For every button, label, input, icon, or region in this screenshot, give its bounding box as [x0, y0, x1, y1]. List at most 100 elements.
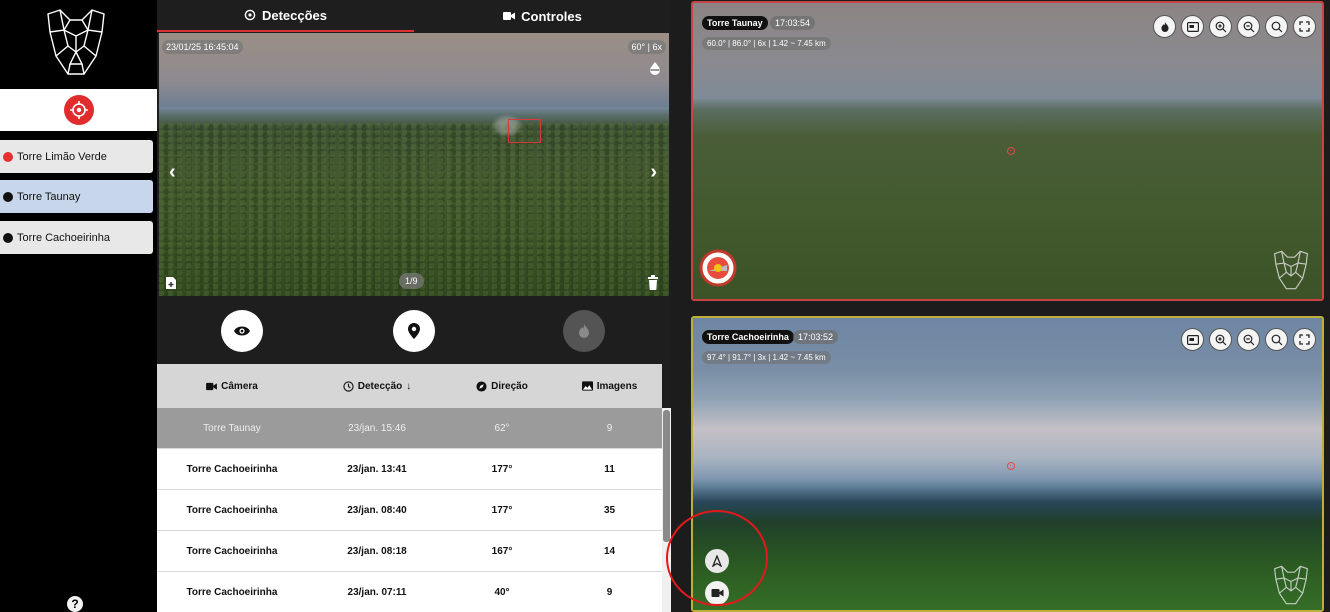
zoom-reset-icon — [1271, 21, 1282, 32]
image-timestamp: 23/01/25 16:45:04 — [162, 40, 243, 54]
cell-direction: 177° — [491, 504, 513, 516]
video-camera-icon — [503, 12, 516, 20]
tab-bar: Detecções Controles — [157, 0, 671, 32]
help-button[interactable]: ? — [67, 596, 83, 612]
detections-panel: Detecções Controles 23/01/25 16:45:04 60… — [157, 0, 671, 612]
cell-direction: 167° — [491, 545, 513, 557]
help-icon: ? — [71, 597, 79, 611]
tab-label: Detecções — [261, 7, 328, 23]
north-arrow-icon — [711, 555, 723, 567]
cell-images: 9 — [606, 586, 613, 598]
zoom-badge: 60° | 6x — [627, 40, 666, 54]
table-row[interactable]: Torre Taunay 23/jan. 15:46 62° 9 — [157, 408, 662, 449]
cell-time: 23/jan. 08:18 — [347, 545, 407, 557]
table-row[interactable]: Torre Cachoeirinha 23/jan. 08:18 167° 14 — [157, 531, 662, 572]
table-row[interactable]: Torre Cachoeirinha 23/jan. 08:40 177° 35 — [157, 490, 662, 531]
cell-camera: Torre Cachoeirinha — [186, 586, 278, 598]
picture-in-picture-button[interactable] — [1181, 15, 1204, 38]
next-image-arrow-icon[interactable]: › — [650, 161, 657, 184]
cell-camera: Torre Cachoeirinha — [186, 545, 278, 557]
detection-target-button[interactable] — [63, 95, 94, 125]
cell-camera: Torre Cachoeirinha — [186, 463, 278, 475]
detection-bounding-box — [508, 119, 541, 143]
scrollbar-thumb[interactable] — [663, 410, 670, 542]
cell-images: 14 — [603, 545, 616, 557]
picture-in-picture-icon — [1186, 21, 1199, 32]
camera-time-badge: 17:03:54 — [770, 16, 816, 30]
eye-icon — [234, 326, 250, 336]
status-dot-icon — [3, 232, 13, 243]
zoom-out-icon — [1243, 334, 1254, 345]
zoom-reset-button[interactable] — [1265, 328, 1288, 351]
cell-time: 23/jan. 07:11 — [347, 586, 407, 598]
compass-north-button[interactable] — [705, 549, 729, 573]
camera-name-badge: Torre Taunay — [702, 16, 768, 30]
column-header-images[interactable]: Imagens — [557, 381, 662, 392]
fullscreen-icon — [1299, 334, 1310, 345]
view-button[interactable] — [221, 310, 263, 352]
location-button[interactable] — [393, 310, 435, 352]
sort-down-arrow-icon: ↓ — [406, 380, 412, 392]
fullscreen-button[interactable] — [1293, 328, 1316, 351]
picture-in-picture-button[interactable] — [1181, 328, 1204, 351]
camera-info-badge: 60.0° | 86.0° | 6x | 1.42 ~ 7.45 km — [702, 37, 831, 50]
tower-label: Torre Taunay — [17, 190, 81, 203]
camera-info-badge: 97.4° | 91.7° | 3x | 1.42 ~ 7.45 km — [702, 351, 831, 364]
add-file-icon[interactable] — [165, 276, 177, 290]
cell-direction: 62° — [494, 422, 510, 434]
fullscreen-button[interactable] — [1293, 15, 1316, 38]
fire-icon — [579, 324, 589, 338]
column-header-detection[interactable]: Detecção ↓ — [307, 381, 447, 392]
tower-label: Torre Limão Verde — [17, 150, 107, 163]
tab-label: Controles — [521, 8, 582, 24]
prev-image-arrow-icon[interactable]: ‹ — [169, 161, 176, 184]
clock-icon — [343, 380, 354, 392]
table-row[interactable]: Torre Cachoeirinha 23/jan. 13:41 177° 11 — [157, 449, 662, 490]
image-counter: 1/9 — [399, 273, 424, 289]
camera-toggle-button[interactable] — [705, 581, 729, 605]
cell-images: 11 — [604, 463, 615, 475]
fire-button[interactable] — [1153, 15, 1176, 38]
cell-time: 23/jan. 08:40 — [347, 504, 407, 516]
zoom-out-icon — [1243, 21, 1254, 32]
zoom-in-button[interactable] — [1209, 15, 1232, 38]
column-header-direction[interactable]: Direção — [447, 381, 557, 392]
camera-time-badge: 17:03:52 — [793, 330, 839, 344]
camera-feed-taunay[interactable]: Torre Taunay 17:03:54 60.0° | 86.0° | 6x… — [691, 1, 1324, 301]
sidebar-item-tower-cachoeirinha[interactable]: Torre Cachoeirinha — [0, 221, 153, 254]
tower-label: Torre Cachoeirinha — [17, 231, 110, 244]
target-icon — [244, 9, 256, 21]
cell-direction: 177° — [491, 463, 513, 475]
zoom-out-button[interactable] — [1237, 328, 1260, 351]
table-scrollbar[interactable] — [662, 408, 671, 612]
water-drop-icon[interactable] — [648, 61, 662, 75]
camera-controls — [1153, 15, 1316, 38]
status-dot-icon — [3, 151, 13, 162]
cell-time: 23/jan. 15:46 — [348, 422, 406, 434]
camera-feed-cachoeirinha[interactable]: Torre Cachoeirinha 17:03:52 97.4° | 91.7… — [691, 316, 1324, 612]
camera-crosshair-icon — [1007, 462, 1015, 470]
camera-controls — [1181, 328, 1316, 351]
zoom-out-button[interactable] — [1237, 15, 1260, 38]
zoom-reset-icon — [1271, 334, 1282, 345]
sidebar-item-tower-limao-verde[interactable]: Torre Limão Verde — [0, 140, 153, 173]
app-root: Torre Limão Verde Torre Taunay Torre Cac… — [0, 0, 1330, 612]
fire-icon — [1160, 21, 1169, 32]
tab-detections[interactable]: Detecções — [157, 0, 414, 32]
tab-controls[interactable]: Controles — [414, 0, 671, 32]
jaguar-watermark-icon — [1274, 250, 1308, 290]
table-row[interactable]: Torre Cachoeirinha 23/jan. 07:11 40° 9 — [157, 572, 662, 612]
detection-image: 23/01/25 16:45:04 60° | 6x ‹ › 1/9 — [159, 33, 669, 296]
fire-button[interactable] — [563, 310, 605, 352]
video-camera-icon — [206, 382, 218, 390]
jaguar-watermark-icon — [1274, 565, 1308, 605]
cell-camera: Torre Cachoeirinha — [186, 504, 278, 516]
zoom-in-icon — [1215, 21, 1226, 32]
table-header: Câmera Detecção ↓ Direção Imagens — [157, 364, 662, 408]
zoom-reset-button[interactable] — [1265, 15, 1288, 38]
column-header-camera[interactable]: Câmera — [157, 381, 307, 392]
zoom-in-button[interactable] — [1209, 328, 1232, 351]
trash-icon[interactable] — [647, 275, 659, 290]
sidebar-item-tower-taunay[interactable]: Torre Taunay — [0, 180, 153, 213]
target-panel — [0, 89, 157, 131]
